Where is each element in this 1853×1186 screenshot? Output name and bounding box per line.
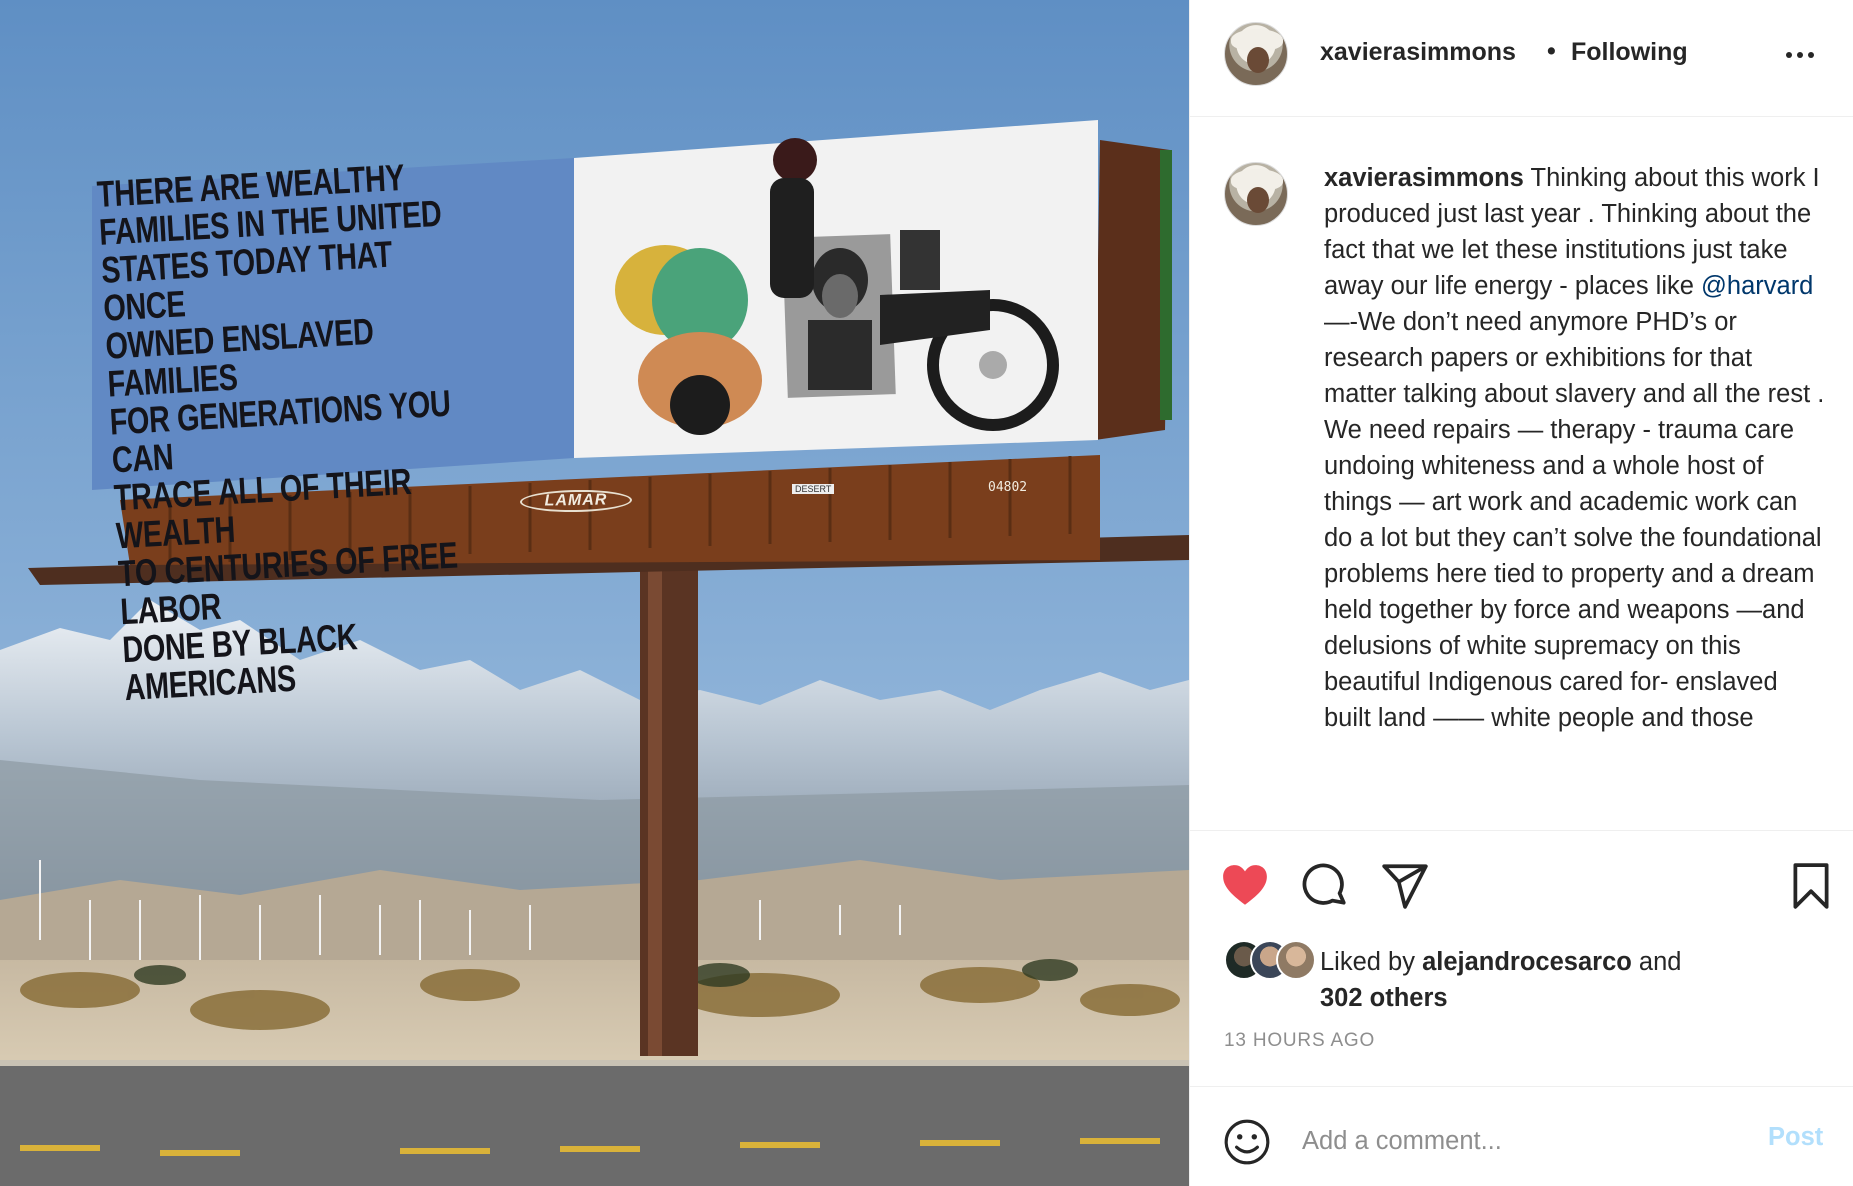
post-timestamp[interactable]: 13 HOURS AGO (1224, 1030, 1375, 1052)
desert-sign: DESERT (792, 484, 835, 494)
liked-by-connector: and (1631, 948, 1682, 976)
header-avatar[interactable] (1224, 22, 1288, 86)
liker-avatar[interactable] (1276, 940, 1316, 980)
billboard-slogan-text: THERE ARE WEALTHY FAMILIES IN THE UNITED… (95, 156, 459, 709)
heart-filled-icon[interactable] (1220, 861, 1270, 911)
post-photo[interactable]: THERE ARE WEALTHY FAMILIES IN THE UNITED… (0, 0, 1189, 1186)
post-sidebar: xavierasimmons • Following xavierasimmon… (1189, 0, 1853, 1186)
caption-avatar[interactable] (1224, 162, 1288, 226)
paper-plane-icon[interactable] (1380, 861, 1430, 911)
smiley-face-icon[interactable] (1222, 1117, 1272, 1167)
likes-row: Liked by alejandrocesarco and 302 others (1224, 940, 1844, 1020)
action-bar (1190, 830, 1853, 909)
caption-area[interactable]: xavierasimmons Thinking about this work … (1190, 118, 1853, 828)
liked-by-text[interactable]: Liked by alejandrocesarco and 302 others (1320, 944, 1820, 1016)
more-horizontal-icon[interactable] (1786, 42, 1826, 68)
panel-number: 04802 (988, 480, 1028, 495)
header-separator: • (1547, 37, 1556, 65)
comment-icon[interactable] (1300, 861, 1350, 911)
comment-input[interactable] (1302, 1119, 1752, 1163)
comment-bar: Post (1190, 1086, 1853, 1186)
caption-text-part-2: —-We don’t need anymore PHD’s or researc… (1324, 308, 1825, 732)
bookmark-icon[interactable] (1786, 861, 1836, 911)
liked-by-prefix: Liked by (1320, 948, 1423, 976)
caption-username-link[interactable]: xavierasimmons (1324, 164, 1524, 192)
post-header: xavierasimmons • Following (1190, 0, 1853, 117)
mention-link[interactable]: @harvard (1701, 272, 1813, 300)
following-button[interactable]: Following (1571, 38, 1688, 67)
header-username-link[interactable]: xavierasimmons (1320, 38, 1516, 67)
caption-text: xavierasimmons Thinking about this work … (1324, 160, 1830, 736)
others-count-link[interactable]: 302 others (1320, 984, 1448, 1012)
liker-username-link[interactable]: alejandrocesarco (1422, 948, 1632, 976)
post-comment-button[interactable]: Post (1768, 1123, 1823, 1152)
